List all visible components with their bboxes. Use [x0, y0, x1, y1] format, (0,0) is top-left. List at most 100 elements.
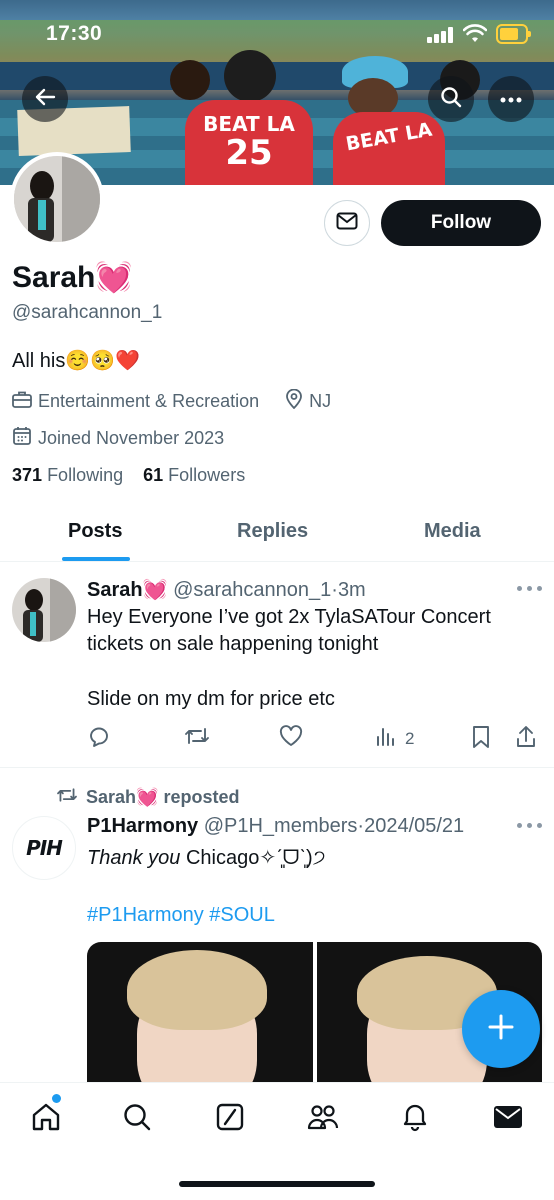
envelope-icon	[336, 212, 358, 235]
following-count: 371	[12, 465, 43, 485]
tab-media[interactable]: Media	[424, 520, 481, 543]
tweet-time: 2024/05/21	[364, 815, 465, 837]
followers-count: 61	[143, 465, 164, 485]
repost-label[interactable]: Sarah💓 reposted	[86, 787, 239, 808]
jersey-right-text: BEAT LA	[344, 118, 434, 156]
profile-bio: All his☺️🥺❤️	[12, 350, 141, 372]
bookmark-icon	[471, 725, 491, 754]
compose-button[interactable]	[462, 990, 540, 1068]
avatar-photo	[14, 156, 100, 242]
profile-avatar[interactable]	[10, 152, 104, 246]
retweet-icon	[184, 725, 210, 752]
nav-home[interactable]	[28, 1101, 64, 1137]
reply-icon	[87, 725, 111, 754]
plus-icon	[487, 1013, 515, 1046]
banner-jersey-right: BEAT LA	[333, 112, 445, 185]
tweet-actions: 2	[87, 725, 542, 751]
tweet-text-rest: Chicago✧ˊ͈ᗜˋ͈)੭	[180, 847, 326, 869]
profile-tabs: Posts Replies Media	[0, 505, 554, 562]
nav-notifications[interactable]	[397, 1101, 433, 1137]
repost-indicator: Sarah💓 reposted	[56, 786, 239, 809]
search-button[interactable]	[428, 76, 474, 122]
bookmark-button[interactable]	[471, 725, 491, 754]
reply-button[interactable]	[87, 725, 111, 754]
followers-label: Followers	[168, 465, 246, 485]
banner-jersey-left: BEAT LA 25	[185, 100, 313, 185]
tweet-avatar[interactable]: PIH	[12, 816, 76, 880]
tweet-avatar[interactable]	[12, 578, 76, 642]
bell-icon	[401, 1102, 429, 1137]
profile-category-row: Entertainment & Recreation NJ	[12, 388, 332, 414]
photo-hair	[127, 950, 267, 1030]
tweet-author-name[interactable]: P1Harmony	[87, 815, 198, 837]
following-link[interactable]: 371 Following	[12, 465, 123, 485]
calendar-icon	[12, 426, 32, 451]
follow-button[interactable]: Follow	[381, 200, 541, 246]
tweet-separator: ·	[331, 579, 338, 601]
tweet-text-italic: Thank you	[87, 847, 181, 869]
grok-icon	[215, 1102, 245, 1137]
tweet-text-line: Slide on my dm for price etc	[87, 688, 335, 710]
search-icon	[440, 86, 462, 113]
profile-joined: Joined November 2023	[38, 428, 225, 448]
tweet-photo[interactable]	[87, 942, 313, 1092]
profile-display-name: Sarah💓	[12, 261, 133, 294]
tweet-divider	[0, 767, 554, 768]
tweet-text-line: tickets on sale happening tonight	[87, 633, 379, 655]
tweet-time: 3m	[337, 579, 366, 601]
share-button[interactable]	[515, 725, 537, 754]
tweet-author-handle[interactable]: @P1H_members	[204, 815, 358, 837]
home-icon	[30, 1101, 62, 1138]
search-icon	[122, 1102, 152, 1137]
tweet-hashtags[interactable]: #P1Harmony #SOUL	[87, 904, 275, 927]
nav-communities[interactable]	[305, 1101, 341, 1137]
more-button[interactable]	[488, 76, 534, 122]
tab-replies[interactable]: Replies	[237, 520, 308, 543]
jersey-left-number: 25	[225, 133, 273, 173]
home-indicator	[179, 1181, 375, 1187]
back-arrow-icon	[34, 86, 56, 113]
retweet-icon	[56, 786, 78, 809]
retweet-button[interactable]	[184, 725, 210, 752]
share-icon	[515, 725, 537, 754]
followers-link[interactable]: 61 Followers	[143, 465, 245, 485]
views-chart-icon	[375, 725, 397, 752]
tweet-author-name[interactable]: Sarah💓	[87, 579, 168, 601]
location-pin-icon	[285, 388, 303, 414]
cellular-signal-icon	[427, 27, 455, 43]
profile-joined-row: Joined November 2023	[12, 426, 224, 451]
wifi-icon	[462, 24, 488, 44]
heart-icon	[279, 725, 303, 752]
nav-messages[interactable]	[490, 1101, 526, 1137]
nav-search[interactable]	[119, 1101, 155, 1137]
tweet-text: Thank you Chicago✧ˊ͈ᗜˋ͈)੭	[87, 845, 326, 872]
profile-category: Entertainment & Recreation	[38, 391, 260, 411]
status-bar: 17:30	[0, 0, 554, 70]
profile-location: NJ	[309, 391, 332, 411]
following-label: Following	[47, 465, 124, 485]
like-button[interactable]	[279, 725, 303, 752]
back-button[interactable]	[22, 76, 68, 122]
p1harmony-logo: PIH	[26, 836, 63, 860]
tweet-more-icon[interactable]	[517, 586, 543, 592]
profile-counts: 371 Following 61 Followers	[12, 465, 245, 486]
home-unread-dot	[52, 1094, 61, 1103]
views-count: 2	[405, 728, 415, 748]
battery-icon	[496, 24, 531, 44]
nav-grok[interactable]	[212, 1101, 248, 1137]
tab-posts[interactable]: Posts	[68, 520, 122, 543]
tweet-header: P1Harmony @P1H_members·2024/05/21	[87, 815, 464, 838]
profile-handle: @sarahcannon_1	[12, 302, 163, 323]
tweet-author-handle[interactable]: @sarahcannon_1	[173, 579, 331, 601]
status-time: 17:30	[46, 22, 103, 45]
message-button[interactable]	[324, 200, 370, 246]
tweet-header: Sarah💓 @sarahcannon_1·3m	[87, 577, 366, 602]
tweet-more-icon[interactable]	[517, 823, 543, 829]
more-icon	[500, 90, 522, 108]
communities-icon	[306, 1102, 340, 1137]
views-button[interactable]: 2	[375, 725, 414, 752]
envelope-icon	[493, 1105, 523, 1134]
active-tab-indicator	[62, 557, 130, 561]
briefcase-icon	[12, 390, 32, 413]
tweet-text-line: Hey Everyone I’ve got 2x TylaSATour Conc…	[87, 606, 491, 628]
